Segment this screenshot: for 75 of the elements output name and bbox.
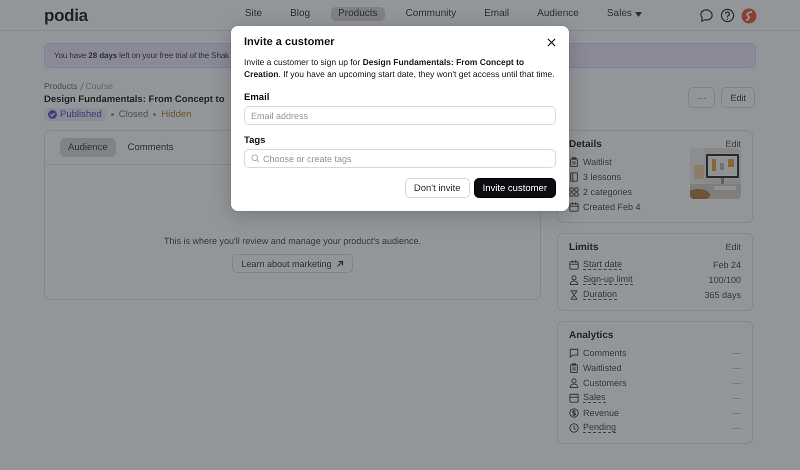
metric-label: Pending xyxy=(583,422,616,433)
card-title: Limits xyxy=(569,242,598,253)
breadcrumb-link[interactable]: Products xyxy=(44,81,78,91)
status-badge: Published xyxy=(44,108,106,121)
separator-dot xyxy=(153,113,156,116)
help-icon[interactable] xyxy=(720,8,735,23)
calendar-icon xyxy=(569,202,579,212)
metric-value: — xyxy=(732,378,741,388)
invite-button[interactable]: Invite customer xyxy=(474,178,556,198)
limit-label: Sign-up limit xyxy=(583,274,633,285)
search-icon xyxy=(251,154,260,163)
nav-link[interactable]: Audience xyxy=(530,7,586,21)
separator-icon xyxy=(78,82,85,90)
metric-value: — xyxy=(732,362,741,372)
edit-link[interactable]: Edit xyxy=(725,242,741,253)
nav-link[interactable]: Email xyxy=(477,7,516,21)
hourglass-icon xyxy=(569,290,579,300)
metric-label: Revenue xyxy=(583,408,620,418)
limit-label: Start date xyxy=(583,259,622,270)
edit-link[interactable]: Edit xyxy=(725,139,741,150)
person-icon xyxy=(569,378,579,388)
chat-icon xyxy=(569,348,579,358)
empty-state-text: This is where you'll review and manage your product's audience. xyxy=(164,236,422,246)
calendar-icon xyxy=(569,260,579,270)
avatar-icon[interactable] xyxy=(741,8,757,24)
card-title: Details xyxy=(569,139,602,150)
field-label: Tags xyxy=(244,135,266,146)
metric-value: — xyxy=(732,392,741,402)
external-arrow-icon xyxy=(336,260,344,268)
limit-value: Feb 24 xyxy=(712,260,741,270)
limit-label: Duration xyxy=(583,289,618,300)
nav-link[interactable]: Community xyxy=(398,7,464,21)
clipboard-icon xyxy=(569,156,579,166)
detail-label: Created Feb 4 xyxy=(583,202,641,212)
metric-label: Customers xyxy=(583,378,627,388)
learn-button[interactable]: Learn about marketing xyxy=(232,254,353,273)
clipboard-icon xyxy=(569,362,579,372)
nav-link[interactable]: Products xyxy=(331,7,385,21)
metric-value: — xyxy=(732,348,741,358)
check-icon xyxy=(48,110,57,119)
detail-label: Waitlist xyxy=(583,156,612,166)
detail-label: 2 categories xyxy=(583,186,632,196)
detail-label: 3 lessons xyxy=(583,172,622,182)
close-icon[interactable] xyxy=(547,38,556,46)
limit-value: 100/100 xyxy=(708,274,741,284)
tab[interactable]: Comments xyxy=(120,138,182,157)
box-icon xyxy=(569,392,579,402)
tags-field[interactable]: Choose or create tags xyxy=(244,149,556,168)
clock-icon xyxy=(569,422,579,432)
tab[interactable]: Audience xyxy=(60,138,116,157)
email-field[interactable]: Email address xyxy=(244,106,556,125)
card-title: Analytics xyxy=(569,330,614,341)
person-icon xyxy=(569,274,579,284)
cancel-button[interactable]: Don't invite xyxy=(404,178,470,198)
brand-logo[interactable]: podia xyxy=(44,6,88,26)
metric-label: Comments xyxy=(583,348,627,358)
product-title: Design Fundamentals: From Concept to xyxy=(44,94,225,105)
status-label: Closed xyxy=(118,109,148,120)
limit-value: 365 days xyxy=(704,290,741,300)
field-label: Email xyxy=(244,92,270,103)
more-button[interactable]: ··· xyxy=(688,87,716,108)
dollar-icon xyxy=(569,408,579,418)
book-icon xyxy=(569,172,579,182)
chat-icon[interactable] xyxy=(699,8,714,23)
edit-button[interactable]: Edit xyxy=(721,87,755,108)
nav-link[interactable]: Sales xyxy=(600,7,649,21)
nav-link[interactable]: Site xyxy=(238,7,270,21)
status-label: Hidden xyxy=(161,109,192,120)
metric-label: Waitlisted xyxy=(583,362,622,372)
nav-link[interactable]: Blog xyxy=(283,7,318,21)
metric-label: Sales xyxy=(583,392,606,403)
grid-icon xyxy=(569,186,579,196)
separator-dot xyxy=(110,113,114,116)
metric-value: — xyxy=(732,422,741,432)
metric-value: — xyxy=(732,408,741,418)
